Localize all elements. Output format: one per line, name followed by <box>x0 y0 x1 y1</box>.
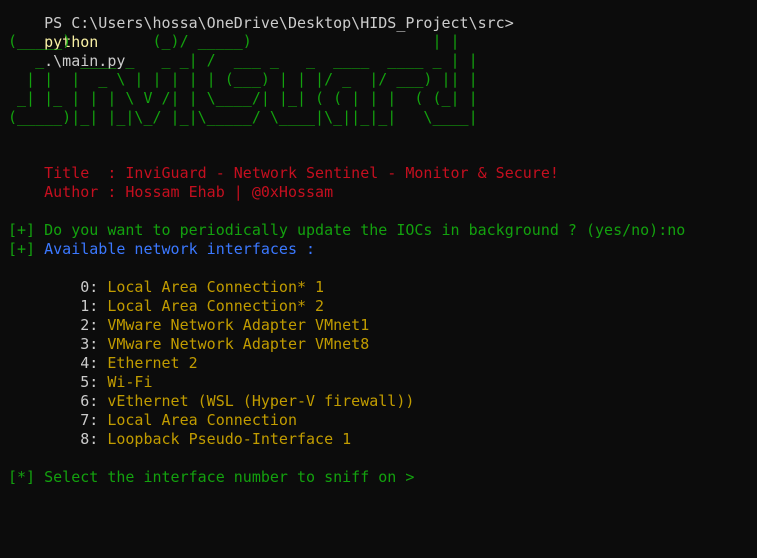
interface-index: 0: <box>8 278 108 296</box>
interface-name: VMware Network Adapter VMnet8 <box>107 335 370 353</box>
interface-item: 7: Local Area Connection <box>8 411 297 430</box>
select-text: Select the interface number to sniff on … <box>35 468 415 486</box>
interface-name: Loopback Pseudo-Interface 1 <box>107 430 352 448</box>
interfaces-header-text: Available network interfaces : <box>35 240 316 258</box>
interface-index: 8: <box>8 430 108 448</box>
author-label: Author : <box>8 183 126 201</box>
banner-line-2: _ ____ _ _ _| / ___ _ _ ____ ____ _ | | <box>8 51 478 69</box>
interfaces-header: [+] Available network interfaces : <box>8 240 315 259</box>
command-line: PS C:\Users\hossa\OneDrive\Desktop\HIDS_… <box>8 0 514 70</box>
banner-line-4: _| |_ | | | \ V /| | \____/| |_| ( ( | |… <box>8 89 478 107</box>
interface-name: Wi-Fi <box>107 373 153 391</box>
interface-name: VMware Network Adapter VMnet1 <box>107 316 370 334</box>
question-answer: no <box>667 221 686 239</box>
terminal-window[interactable]: PS C:\Users\hossa\OneDrive\Desktop\HIDS_… <box>0 0 757 558</box>
select-interface-prompt[interactable]: [*] Select the interface number to sniff… <box>8 468 414 487</box>
interface-item: 5: Wi-Fi <box>8 373 153 392</box>
question-text: Do you want to periodically update the I… <box>35 221 668 239</box>
interface-item: 0: Local Area Connection* 1 <box>8 278 324 297</box>
interface-index: 1: <box>8 297 108 315</box>
ioc-update-question: [+] Do you want to periodically update t… <box>8 221 685 240</box>
select-prefix: [*] <box>8 468 36 486</box>
banner-line-5: (_____)|_| |_|\_/ |_|\_____/ \____|\_||_… <box>8 108 478 126</box>
interface-index: 3: <box>8 335 108 353</box>
title-label: Title : <box>8 164 126 182</box>
banner-line-1: (_____) (_)/ _____) | | <box>8 32 460 50</box>
interface-index: 4: <box>8 354 108 372</box>
interface-index: 5: <box>8 373 108 391</box>
interface-name: Ethernet 2 <box>107 354 198 372</box>
interface-name: vEthernet (WSL (Hyper-V firewall)) <box>107 392 415 410</box>
author-value: Hossam Ehab | @0xHossam <box>125 183 334 201</box>
interface-index: 6: <box>8 392 108 410</box>
interface-item: 2: VMware Network Adapter VMnet1 <box>8 316 369 335</box>
interfaces-header-prefix: [+] <box>8 240 36 258</box>
interface-name: Local Area Connection* 1 <box>107 278 325 296</box>
interface-name: Local Area Connection* 2 <box>107 297 325 315</box>
interface-item: 1: Local Area Connection* 2 <box>8 297 324 316</box>
interface-index: 7: <box>8 411 108 429</box>
interface-item: 6: vEthernet (WSL (Hyper-V firewall)) <box>8 392 414 411</box>
interface-index: 2: <box>8 316 108 334</box>
interface-item: 3: VMware Network Adapter VMnet8 <box>8 335 369 354</box>
interface-item: 4: Ethernet 2 <box>8 354 198 373</box>
banner-line-3: | | | _ \ | | | | | (___) | | |/ _ |/ __… <box>8 70 478 88</box>
title-line: Title : InviGuard - Network Sentinel - M… <box>8 164 559 183</box>
question-prefix: [+] <box>8 221 36 239</box>
title-value: InviGuard - Network Sentinel - Monitor &… <box>125 164 559 182</box>
prompt-path: PS C:\Users\hossa\OneDrive\Desktop\HIDS_… <box>44 14 514 32</box>
interface-name: Local Area Connection <box>107 411 297 429</box>
interface-item: 8: Loopback Pseudo-Interface 1 <box>8 430 351 449</box>
author-line: Author : Hossam Ehab | @0xHossam <box>8 183 333 202</box>
